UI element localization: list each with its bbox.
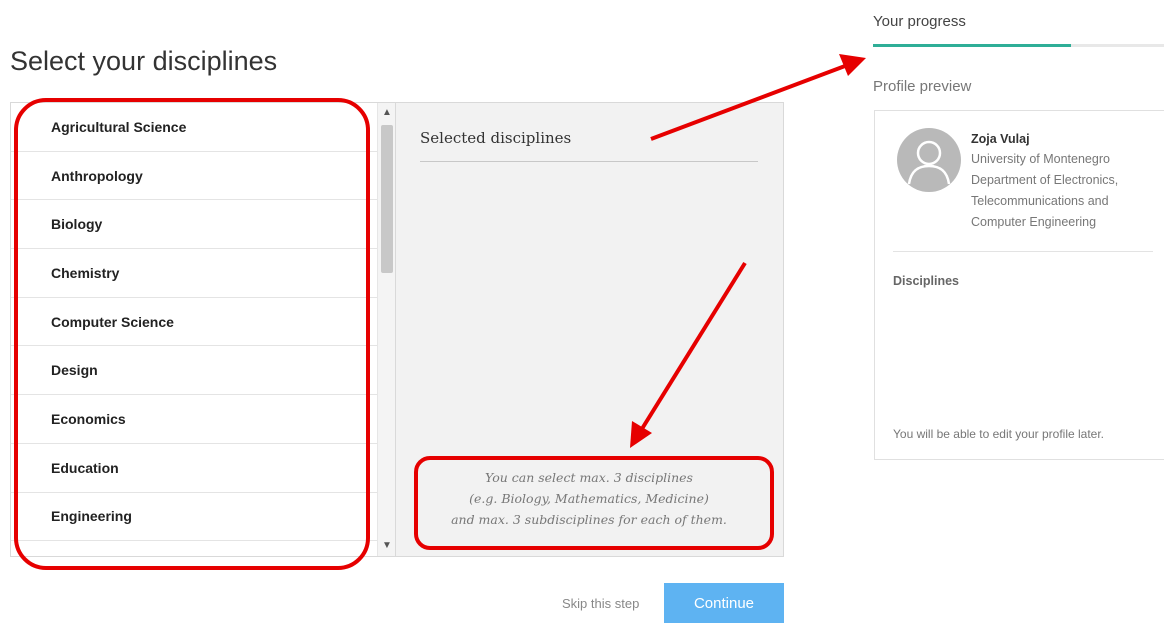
profile-disciplines-heading: Disciplines	[893, 274, 959, 288]
discipline-list: Agricultural Science Anthropology Biolog…	[11, 103, 377, 542]
list-scrollbar[interactable]: ▲ ▼	[377, 103, 395, 556]
hint-line: You can select max. 3 disciplines	[485, 470, 693, 485]
discipline-item[interactable]: Anthropology	[11, 152, 377, 201]
progress-bar	[873, 44, 1164, 47]
progress-label: Your progress	[873, 13, 966, 30]
skip-step-link[interactable]: Skip this step	[562, 596, 639, 611]
chevron-up-icon[interactable]: ▲	[378, 105, 395, 121]
divider	[420, 161, 758, 162]
selected-disciplines-panel: Selected disciplines You can select max.…	[396, 102, 784, 557]
profile-name: Zoja Vulaj	[971, 132, 1030, 146]
profile-affiliation-line: Department of Electronics,	[971, 173, 1119, 187]
selected-disciplines-title: Selected disciplines	[420, 129, 572, 147]
discipline-item[interactable]: Engineering	[11, 493, 377, 542]
chevron-down-icon[interactable]: ▼	[378, 538, 395, 554]
selection-hint: You can select max. 3 disciplines (e.g. …	[420, 467, 758, 530]
hint-line: and max. 3 subdisciplines for each of th…	[451, 512, 727, 527]
discipline-item[interactable]: Biology	[11, 200, 377, 250]
continue-button[interactable]: Continue	[664, 583, 784, 623]
page-title: Select your disciplines	[10, 46, 278, 76]
profile-preview-label: Profile preview	[873, 78, 972, 95]
profile-affiliation-line: Computer Engineering	[971, 215, 1097, 229]
divider	[893, 251, 1153, 252]
discipline-item[interactable]: Chemistry	[11, 249, 377, 298]
progress-fill	[873, 44, 1071, 47]
discipline-list-panel: Agricultural Science Anthropology Biolog…	[10, 102, 396, 557]
profile-affiliation-line: Telecommunications and	[971, 194, 1109, 208]
discipline-item[interactable]: Agricultural Science	[11, 103, 377, 152]
scroll-thumb[interactable]	[381, 125, 393, 273]
edit-profile-note: You will be able to edit your profile la…	[893, 427, 1105, 441]
discipline-item[interactable]: Economics	[11, 395, 377, 444]
user-silhouette-icon	[897, 128, 961, 192]
profile-preview-card: Zoja Vulaj University of Montenegro Depa…	[874, 110, 1164, 460]
discipline-item[interactable]: Education	[11, 444, 377, 493]
profile-affiliation-line: University of Montenegro	[971, 152, 1110, 166]
arrowhead-icon	[839, 54, 866, 76]
discipline-item[interactable]: Design	[11, 346, 377, 396]
hint-line: (e.g. Biology, Mathematics, Medicine)	[469, 491, 709, 506]
discipline-item[interactable]: Computer Science	[11, 298, 377, 347]
